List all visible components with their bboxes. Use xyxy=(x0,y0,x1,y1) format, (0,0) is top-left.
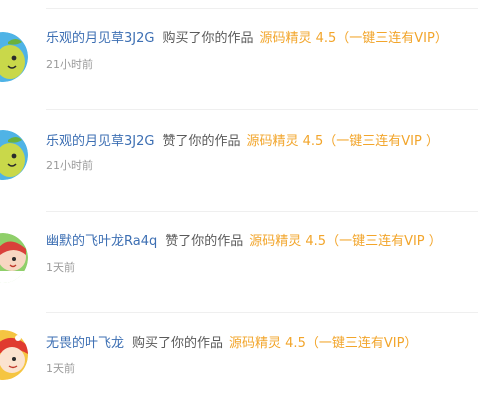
divider xyxy=(46,109,478,110)
action-text: 赞了你的作品 xyxy=(165,234,244,249)
notification-item: 乐观的月见草3J2G 购买了你的作品 源码精灵 4.5（一键三连有VIP） 21小时… xyxy=(0,10,478,90)
divider xyxy=(46,211,478,212)
timestamp: 21小时前 xyxy=(46,159,93,172)
work-link[interactable]: 源码精灵 4.5（一键三连有VIP ） xyxy=(246,134,439,149)
notification-item: 无畏的叶飞龙 购买了你的作品 源码精灵 4.5（一键三连有VIP） 1天前 xyxy=(0,314,478,394)
timestamp: 1天前 xyxy=(46,261,75,274)
notification-item: 幽默的飞叶龙Ra4q 赞了你的作品 源码精灵 4.5（一键三连有VIP ） 1天前 xyxy=(0,213,478,293)
user-link[interactable]: 乐观的月见草3J2G xyxy=(46,134,154,149)
work-link[interactable]: 源码精灵 4.5（一键三连有VIP ） xyxy=(249,234,442,249)
user-link[interactable]: 乐观的月见草3J2G xyxy=(46,31,154,46)
user-link[interactable]: 无畏的叶飞龙 xyxy=(46,336,124,351)
timestamp: 21小时前 xyxy=(46,58,93,71)
action-text: 购买了你的作品 xyxy=(162,31,254,46)
notification-item: 乐观的月见草3J2G 赞了你的作品 源码精灵 4.5（一键三连有VIP ） 21小时… xyxy=(0,111,478,191)
red-hat-cartoon-avatar-icon[interactable] xyxy=(0,330,28,380)
divider xyxy=(46,312,478,313)
notification-text: 乐观的月见草3J2G 赞了你的作品 源码精灵 4.5（一键三连有VIP ） xyxy=(46,133,439,151)
notification-text: 无畏的叶飞龙 购买了你的作品 源码精灵 4.5（一键三连有VIP） xyxy=(46,335,417,353)
work-link[interactable]: 源码精灵 4.5（一键三连有VIP） xyxy=(229,336,417,351)
work-link[interactable]: 源码精灵 4.5（一键三连有VIP） xyxy=(259,31,447,46)
pear-mascot-avatar-icon[interactable] xyxy=(0,32,28,82)
girl-cartoon-avatar-icon[interactable] xyxy=(0,233,28,283)
notification-text: 乐观的月见草3J2G 购买了你的作品 源码精灵 4.5（一键三连有VIP） xyxy=(46,30,448,48)
notification-text: 幽默的飞叶龙Ra4q 赞了你的作品 源码精灵 4.5（一键三连有VIP ） xyxy=(46,233,442,251)
user-link[interactable]: 幽默的飞叶龙Ra4q xyxy=(46,234,157,249)
action-text: 赞了你的作品 xyxy=(162,134,241,149)
action-text: 购买了你的作品 xyxy=(132,336,224,351)
notification-feed: 乐观的月见草3J2G 购买了你的作品 源码精灵 4.5（一键三连有VIP） 21小时… xyxy=(0,0,478,411)
divider xyxy=(46,8,478,9)
timestamp: 1天前 xyxy=(46,362,75,375)
pear-mascot-avatar-icon[interactable] xyxy=(0,130,28,180)
